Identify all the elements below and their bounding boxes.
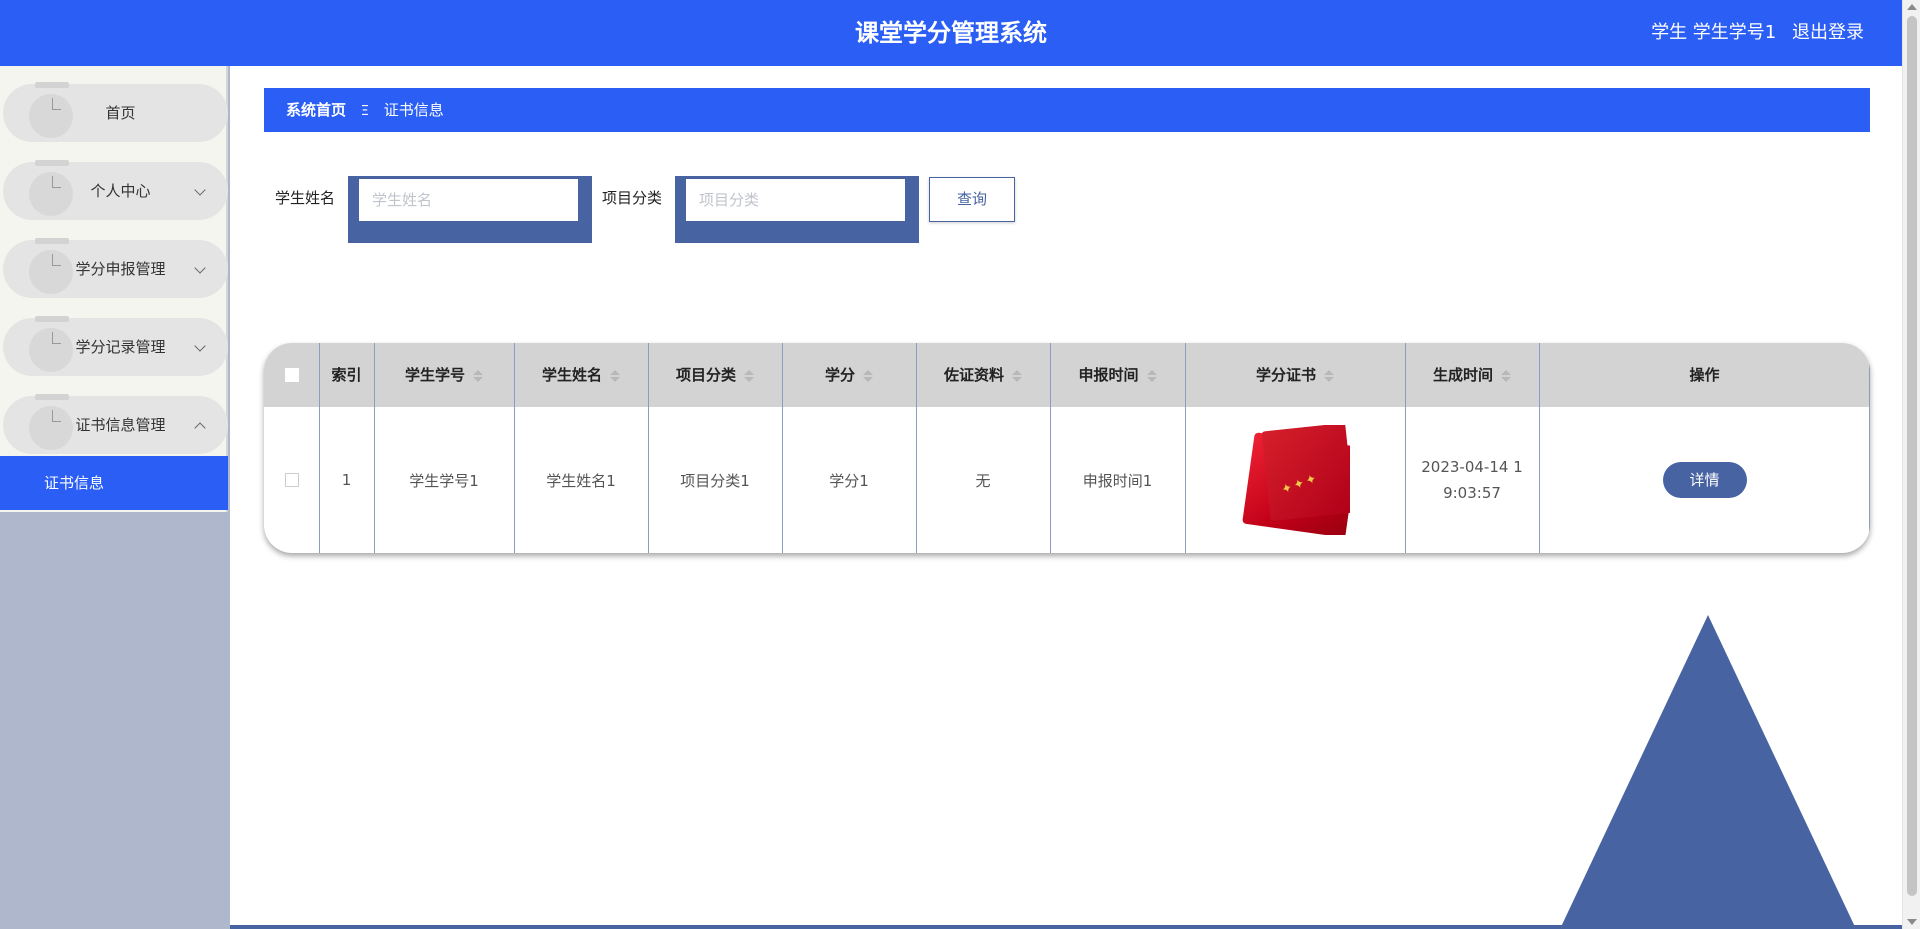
cell-apply-time: 申报时间1 (1082, 471, 1153, 490)
cell-student-id: 学生学号1 (409, 471, 479, 490)
student-name-input[interactable] (359, 179, 578, 221)
query-button[interactable]: 查询 (929, 177, 1015, 222)
cell-credit: 学分1 (829, 471, 869, 490)
sidebar-menu: 首页 个人中心 学分申报管理 学分记录管理 证书信息管理 证书信息 (0, 66, 228, 512)
sort-icon[interactable] (610, 369, 620, 382)
sidebar-item-credit-records[interactable]: 学分记录管理 (3, 316, 228, 376)
top-header: 课堂学分管理系统 学生 学生学号1 退出登录 (0, 0, 1902, 66)
cell-certificate: ✦✦✦ (1185, 407, 1405, 553)
current-user: 学生 学生学号1 (1651, 22, 1777, 43)
breadcrumb-separator-icon: Ξ (360, 104, 370, 119)
column-header-evidence[interactable]: 佐证资料 (916, 343, 1050, 407)
bottom-bar (230, 925, 1902, 929)
sort-icon[interactable] (1501, 369, 1511, 382)
column-header-index: 索引 (331, 366, 362, 384)
sidebar-item-personal-center[interactable]: 个人中心 (3, 160, 228, 220)
sidebar-item-certificate-management[interactable]: 证书信息管理 (3, 394, 228, 454)
column-header-apply-time[interactable]: 申报时间 (1050, 343, 1185, 407)
select-all-cell (264, 343, 319, 407)
sort-icon[interactable] (473, 369, 483, 382)
row-select-cell (264, 407, 319, 553)
student-name-field-wrap (348, 176, 592, 243)
sidebar-item-home[interactable]: 首页 (3, 82, 228, 142)
column-header-student-name[interactable]: 学生姓名 (514, 343, 648, 407)
category-input[interactable] (686, 179, 905, 221)
column-header-actions: 操作 (1689, 366, 1720, 384)
logout-link[interactable]: 退出登录 (1792, 22, 1864, 43)
scroll-down-arrow-icon[interactable] (1907, 919, 1917, 925)
column-header-credit[interactable]: 学分 (782, 343, 916, 407)
sidebar-subitem-certificate-info[interactable]: 证书信息 (0, 456, 228, 510)
student-name-label: 学生姓名 (275, 189, 336, 207)
certificate-table: 索引 学生学号 学生姓名 项目分类 学分 佐证资料 申报时间 学分证书 生成时间… (264, 343, 1870, 553)
cell-evidence: 无 (975, 471, 991, 490)
column-header-certificate[interactable]: 学分证书 (1185, 343, 1405, 407)
cell-actions: 详情 (1539, 407, 1870, 553)
cell-student-name: 学生姓名1 (546, 471, 616, 490)
sort-icon[interactable] (1146, 369, 1157, 382)
sort-icon[interactable] (1012, 369, 1022, 382)
sort-icon[interactable] (744, 369, 754, 382)
scroll-up-arrow-icon[interactable] (1907, 4, 1917, 10)
detail-button[interactable]: 详情 (1662, 462, 1747, 498)
column-header-student-id[interactable]: 学生学号 (374, 343, 514, 407)
row-checkbox[interactable] (284, 473, 299, 487)
column-header-gen-time[interactable]: 生成时间 (1405, 343, 1539, 407)
scroll-thumb[interactable] (1907, 16, 1917, 896)
cell-index: 1 (341, 471, 352, 489)
header-user-area: 学生 学生学号1 退出登录 (1641, 0, 1864, 66)
sidebar: 首页 个人中心 学分申报管理 学分记录管理 证书信息管理 证书信息 (0, 66, 230, 929)
decorative-triangle (1560, 615, 1856, 929)
certificate-book-front (1261, 425, 1350, 522)
category-label: 项目分类 (602, 189, 663, 207)
select-all-checkbox[interactable] (284, 368, 299, 382)
cell-category: 项目分类1 (680, 471, 750, 490)
app-title: 课堂学分管理系统 (855, 19, 1047, 47)
category-field-wrap (675, 176, 919, 243)
breadcrumb-home[interactable]: 系统首页 (286, 101, 346, 119)
sort-icon[interactable] (1324, 369, 1334, 382)
gen-time-text: 2023-04-14 19:03:57 (1421, 458, 1523, 502)
sidebar-item-label: 首页 (105, 104, 136, 122)
sidebar-item-credit-apply[interactable]: 学分申报管理 (3, 238, 228, 298)
certificate-photo[interactable]: ✦✦✦ (1240, 425, 1350, 535)
page-scrollbar[interactable] (1902, 0, 1920, 929)
breadcrumb: 系统首页 Ξ 证书信息 (264, 88, 1870, 132)
breadcrumb-current: 证书信息 (383, 101, 444, 119)
cell-gen-time: 2023-04-14 19:03:57 (1405, 407, 1539, 553)
column-header-category[interactable]: 项目分类 (648, 343, 782, 407)
sort-icon[interactable] (863, 369, 873, 382)
